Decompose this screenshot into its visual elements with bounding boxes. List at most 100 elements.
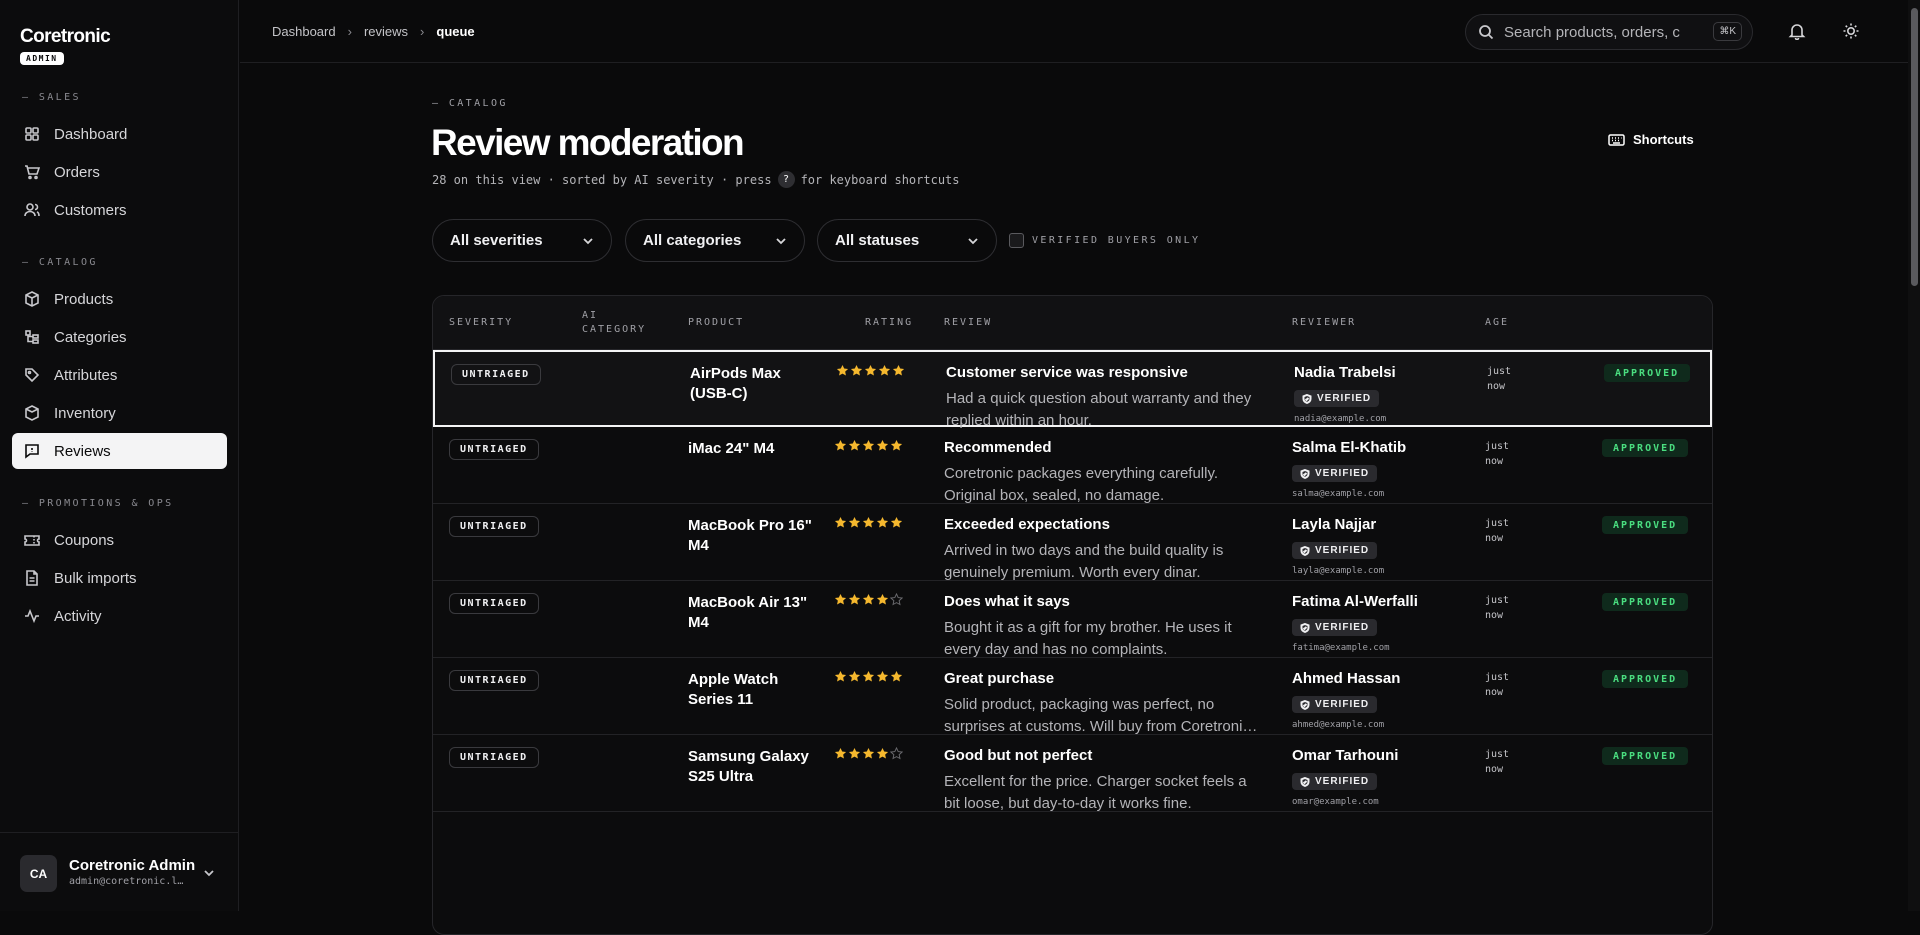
product-name[interactable]: Apple Watch Series 11 [688, 670, 818, 710]
reviewer-name: Layla Najjar [1292, 516, 1377, 533]
rating-stars [834, 516, 903, 529]
status-filter[interactable]: All statuses [817, 219, 997, 262]
sidebar-item-products[interactable]: Products [12, 281, 227, 317]
sidebar-item-dashboard[interactable]: Dashboard [12, 116, 227, 152]
product-name[interactable]: AirPods Max (USB-C) [690, 364, 820, 404]
column-header-rating[interactable]: RATING [865, 317, 913, 328]
status-badge[interactable]: APPROVED [1602, 747, 1689, 765]
page-subtitle: 28 on this view · sorted by AI severity … [432, 171, 960, 188]
status-badge[interactable]: APPROVED [1602, 516, 1689, 534]
reviewer-email: ahmed@example.com [1292, 720, 1385, 730]
activity-icon [25, 608, 39, 624]
verified-only-toggle[interactable]: VERIFIED BUYERS ONLY [1009, 233, 1200, 248]
star-filled-icon [876, 593, 889, 605]
sidebar-item-activity[interactable]: Activity [12, 598, 227, 634]
shortcuts-button[interactable]: Shortcuts [1608, 132, 1694, 147]
star-filled-icon [876, 670, 889, 682]
table-row[interactable]: UNTRIAGED Samsung Galaxy S25 Ultra Good … [433, 735, 1712, 812]
table-row[interactable]: UNTRIAGED iMac 24" M4 Recommended Coretr… [433, 427, 1712, 504]
review-body: Had a quick question about warranty and … [946, 390, 1252, 429]
search-box[interactable]: ⌘K [1465, 14, 1753, 50]
star-filled-icon [834, 747, 847, 759]
reviewer-name: Salma El-Khatib [1292, 439, 1407, 456]
user-menu[interactable]: CA Coretronic Admin admin@coretronic.lo.… [0, 832, 239, 911]
sidebar: Coretronic ADMIN — SALES Dashboard Order… [0, 0, 239, 911]
breadcrumb-dashboard[interactable]: Dashboard [272, 24, 336, 39]
shield-check-icon [1300, 699, 1310, 710]
subtitle-text: for keyboard shortcuts [800, 172, 960, 187]
sidebar-item-categories[interactable]: Categories [12, 319, 227, 355]
bell-icon[interactable] [1788, 22, 1806, 40]
star-filled-icon [850, 364, 863, 376]
sidebar-item-attributes[interactable]: Attributes [12, 357, 227, 393]
sidebar-item-reviews[interactable]: Reviews [12, 433, 227, 469]
verified-only-checkbox[interactable] [1009, 233, 1024, 248]
status-badge[interactable]: APPROVED [1602, 670, 1689, 688]
verified-badge: VERIFIED [1294, 390, 1380, 407]
sun-icon[interactable] [1842, 22, 1860, 40]
table-row[interactable]: UNTRIAGED MacBook Air 13" M4 Does what i… [433, 581, 1712, 658]
severity-badge: UNTRIAGED [449, 747, 539, 768]
sidebar-item-inventory[interactable]: Inventory [12, 395, 227, 431]
dashboard-icon [25, 127, 39, 141]
shortcut-key-hint: ? [777, 171, 795, 188]
table-row[interactable]: UNTRIAGED AirPods Max (USB-C) Customer s… [433, 350, 1712, 429]
status-badge[interactable]: APPROVED [1602, 593, 1689, 611]
shield-check-icon [1302, 393, 1312, 404]
column-header-ai[interactable]: AI [582, 310, 598, 321]
sidebar-item-coupons[interactable]: Coupons [12, 522, 227, 558]
table-row[interactable]: UNTRIAGED MacBook Pro 16" M4 Exceeded ex… [433, 504, 1712, 581]
categories-icon [25, 330, 39, 344]
column-header-age[interactable]: AGE [1485, 317, 1509, 328]
age-line: just [1485, 595, 1510, 606]
brand[interactable]: Coretronic ADMIN [20, 26, 111, 66]
page-scrollbar[interactable] [1908, 0, 1920, 911]
reviewer-email: layla@example.com [1292, 566, 1385, 576]
age-line: just [1485, 441, 1510, 452]
severity-badge: UNTRIAGED [449, 439, 539, 460]
review-body: Solid product, packaging was perfect, no… [944, 696, 1258, 735]
review-body: Arrived in two days and the build qualit… [944, 542, 1224, 581]
reviewer-name: Omar Tarhouni [1292, 747, 1399, 764]
age-line: now [1485, 610, 1504, 621]
sidebar-item-orders[interactable]: Orders [12, 154, 227, 190]
severity-filter[interactable]: All severities [432, 219, 612, 262]
product-name[interactable]: Samsung Galaxy S25 Ultra [688, 747, 818, 787]
category-filter[interactable]: All categories [625, 219, 805, 262]
sidebar-item-bulk-imports[interactable]: Bulk imports [12, 560, 227, 596]
sidebar-item-customers[interactable]: Customers [12, 192, 227, 228]
select-value: All statuses [835, 232, 920, 249]
chevron-down-icon [968, 238, 978, 245]
product-name[interactable]: iMac 24" M4 [688, 439, 818, 459]
star-filled-icon [862, 747, 875, 759]
column-header-severity[interactable]: SEVERITY [449, 317, 513, 328]
breadcrumb-reviews[interactable]: reviews [364, 24, 408, 39]
keyboard-icon [1608, 133, 1625, 146]
column-header-review[interactable]: REVIEW [944, 317, 992, 328]
review-age: just now [1485, 747, 1525, 777]
reviewer-email: nadia@example.com [1294, 414, 1387, 424]
column-header-category[interactable]: CATEGORY [582, 324, 646, 335]
reviewer-email: salma@example.com [1292, 489, 1385, 499]
table-row[interactable]: UNTRIAGED Apple Watch Series 11 Great pu… [433, 658, 1712, 735]
scrollbar-thumb[interactable] [1911, 8, 1918, 286]
column-header-reviewer[interactable]: REVIEWER [1292, 317, 1356, 328]
star-filled-icon [890, 516, 903, 528]
product-name[interactable]: MacBook Air 13" M4 [688, 593, 818, 633]
review-age: just now [1487, 364, 1527, 394]
message-icon [25, 444, 39, 459]
column-header-product[interactable]: PRODUCT [688, 317, 744, 328]
review-title: Great purchase [944, 670, 1055, 687]
reviewer-name: Fatima Al-Werfalli [1292, 593, 1418, 610]
status-badge[interactable]: APPROVED [1602, 439, 1689, 457]
star-filled-icon [862, 439, 875, 451]
status-badge[interactable]: APPROVED [1604, 364, 1691, 382]
verified-badge: VERIFIED [1292, 696, 1378, 713]
sidebar-item-label: Coupons [54, 531, 115, 549]
star-filled-icon [862, 593, 875, 605]
star-filled-icon [892, 364, 905, 376]
chevron-down-icon [776, 238, 786, 245]
search-input[interactable] [1504, 23, 1704, 41]
product-name[interactable]: MacBook Pro 16" M4 [688, 516, 818, 556]
verified-only-label: VERIFIED BUYERS ONLY [1032, 235, 1201, 246]
